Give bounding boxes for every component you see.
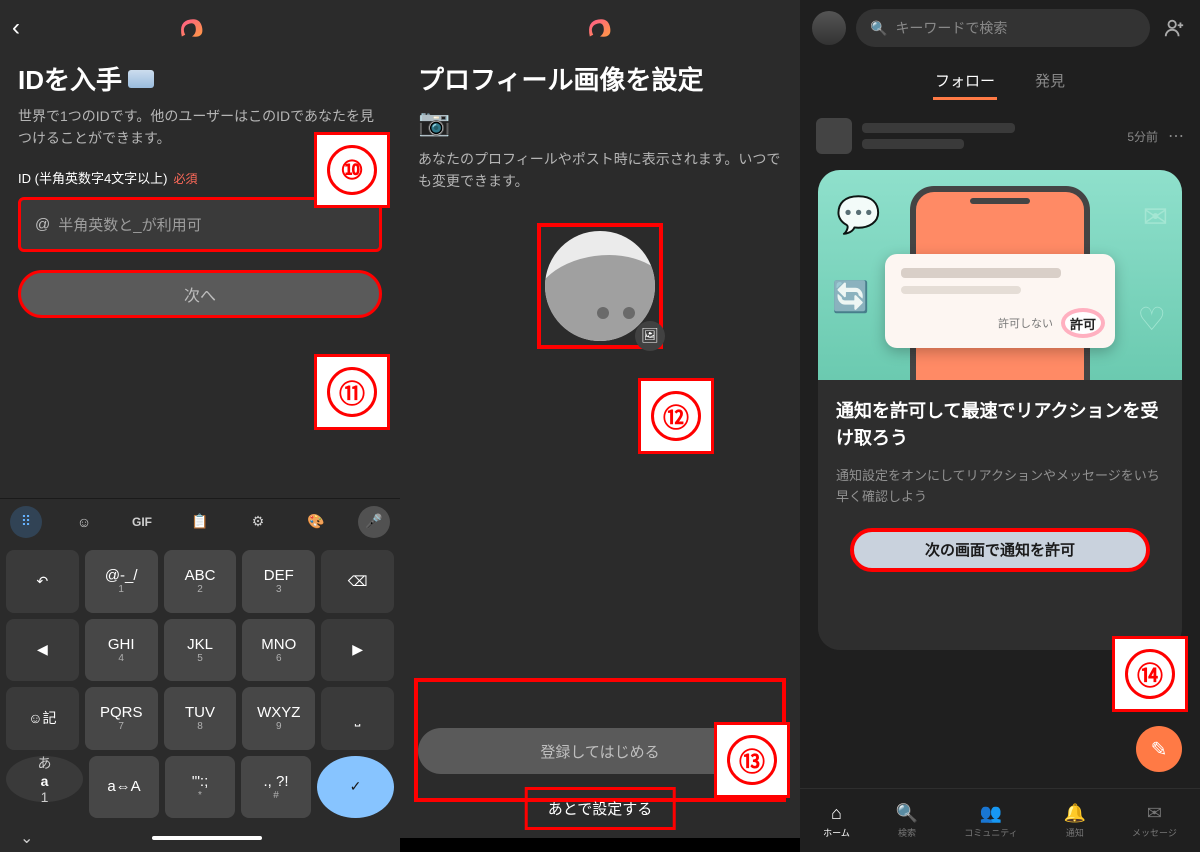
back-icon[interactable]: ‹ [12, 14, 20, 42]
message-icon: ✉ [1143, 802, 1165, 824]
popup-allow: 許可 [1061, 308, 1105, 338]
search-placeholder: キーワードで検索 [895, 18, 1007, 38]
key-8[interactable]: TUV8 [164, 687, 237, 750]
mic-icon[interactable]: 🎤 [358, 506, 390, 538]
set-later-button[interactable]: あとで設定する [525, 787, 676, 830]
key-5[interactable]: JKL5 [164, 619, 237, 682]
app-logo-icon [175, 11, 209, 45]
title-text: IDを入手 [18, 60, 122, 97]
feed-item[interactable]: 5分前 ⋯ [800, 108, 1200, 164]
post-time: 5分前 [1127, 128, 1158, 145]
card-title: 通知を許可して最速でリアクションを受け取ろう [836, 398, 1164, 452]
key-punct1[interactable]: '":;* [165, 756, 235, 819]
key-6[interactable]: MNO6 [242, 619, 315, 682]
key-4[interactable]: GHI4 [85, 619, 158, 682]
header: 🔍 キーワードで検索 [800, 0, 1200, 56]
bottom-tabbar: ⌂ホーム 🔍検索 👥コミュニティ 🔔通知 ✉メッセージ [800, 788, 1200, 852]
card-description: 通知設定をオンにしてリアクションやメッセージをいち早く確認しよう [836, 466, 1164, 508]
at-prefix: @ [35, 216, 50, 233]
app-logo-icon [583, 11, 617, 45]
sticker-icon[interactable]: ☺ [68, 506, 100, 538]
key-right[interactable]: ▶ [321, 619, 394, 682]
user-avatar[interactable] [812, 11, 846, 45]
popup-deny: 許可しない [998, 315, 1053, 331]
key-left[interactable]: ◀ [6, 619, 79, 682]
bell-icon: 🔔 [1064, 802, 1086, 824]
allow-notifications-button[interactable]: 次の画面で通知を許可 [850, 528, 1150, 572]
key-1[interactable]: @-_/1 [85, 550, 158, 613]
soft-keyboard[interactable]: ⠿ ☺ GIF 📋 ⚙ 🎨 🎤 ↶ @-_/1 ABC2 DEF3 ⌫ ◀ GH… [0, 498, 400, 852]
key-9[interactable]: WXYZ9 [242, 687, 315, 750]
post-preview-lines [862, 123, 1117, 149]
camera-icon: 📷 [418, 107, 782, 138]
key-punct2[interactable]: ., ?!# [241, 756, 311, 819]
add-photo-icon[interactable]: 🖼 [635, 321, 665, 351]
add-person-icon[interactable] [1160, 14, 1188, 42]
keyboard-toolbar: ⠿ ☺ GIF 📋 ⚙ 🎨 🎤 [0, 498, 400, 544]
id-card-icon [128, 70, 154, 88]
palette-icon[interactable]: 🎨 [300, 506, 332, 538]
annotation-10: ⑩ [314, 132, 390, 208]
key-undo[interactable]: ↶ [6, 550, 79, 613]
clipboard-icon[interactable]: 📋 [184, 506, 216, 538]
search-icon: 🔍 [896, 802, 918, 824]
header: ‹ [0, 0, 400, 56]
tab-notifications[interactable]: 🔔通知 [1064, 802, 1086, 839]
notification-permission-card: 💬 🔄 ✉ ♡ 許可しない 許可 通知を許可して最速でリアクションを受け取ろう … [818, 170, 1182, 650]
avatar-placeholder [545, 231, 655, 341]
key-space[interactable]: ⎵ [321, 687, 394, 750]
gear-icon[interactable]: ⚙ [242, 506, 274, 538]
key-7[interactable]: PQRS7 [85, 687, 158, 750]
avatar-upload[interactable]: 🖼 [537, 223, 663, 349]
tab-home[interactable]: ⌂ホーム [823, 802, 850, 839]
annotation-12: ⑫ [638, 378, 714, 454]
annotation-13: ⑬ [714, 722, 790, 798]
key-shift[interactable]: a⇔A [89, 756, 159, 819]
card-illustration: 💬 🔄 ✉ ♡ 許可しない 許可 [818, 170, 1182, 380]
page-title: プロフィール画像を設定 [400, 56, 800, 101]
annotation-11: ⑪ [314, 354, 390, 430]
feed-tabs: フォロー 発見 [800, 56, 1200, 108]
tab-community[interactable]: 👥コミュニティ [964, 802, 1017, 839]
more-icon[interactable]: ⋯ [1168, 126, 1184, 146]
pane-profile-image: プロフィール画像を設定 📷 あなたのプロフィールやポスト時に表示されます。いつで… [400, 0, 800, 852]
post-avatar [816, 118, 852, 154]
pane-feed-notif: 🔍 キーワードで検索 フォロー 発見 5分前 ⋯ 💬 🔄 ✉ ♡ 許可しない 許… [800, 0, 1200, 852]
home-icon: ⌂ [825, 802, 847, 824]
compose-fab[interactable]: ✎ [1136, 726, 1182, 772]
tab-messages[interactable]: ✉メッセージ [1132, 802, 1177, 839]
community-icon: 👥 [980, 802, 1002, 824]
annotation-14: ⑭ [1112, 636, 1188, 712]
tab-search[interactable]: 🔍検索 [896, 802, 918, 839]
key-enter[interactable]: ✓ [317, 756, 394, 819]
grid-icon[interactable]: ⠿ [10, 506, 42, 538]
key-backspace[interactable]: ⌫ [321, 550, 394, 613]
gif-icon[interactable]: GIF [126, 506, 158, 538]
tab-discover[interactable]: 発見 [1033, 64, 1067, 100]
id-placeholder: 半角英数と_が利用可 [58, 214, 201, 235]
key-2[interactable]: ABC2 [164, 550, 237, 613]
key-3[interactable]: DEF3 [242, 550, 315, 613]
subtitle: あなたのプロフィールやポスト時に表示されます。いつでも変更できます。 [400, 144, 800, 193]
next-button[interactable]: 次へ [18, 270, 382, 318]
pane-id-setup: ‹ IDを入手 世界で1つのIDです。他のユーザーはこのIDであなたを見つけるこ… [0, 0, 400, 852]
search-icon: 🔍 [870, 20, 887, 37]
search-input[interactable]: 🔍 キーワードで検索 [856, 9, 1150, 47]
page-title: IDを入手 [0, 56, 400, 101]
permission-popup: 許可しない 許可 [885, 254, 1115, 348]
tab-follow[interactable]: フォロー [933, 64, 997, 100]
key-emoji[interactable]: ☺記 [6, 687, 79, 750]
required-badge: 必須 [174, 172, 198, 186]
header [400, 0, 800, 56]
key-lang[interactable]: あa1 [6, 756, 83, 802]
